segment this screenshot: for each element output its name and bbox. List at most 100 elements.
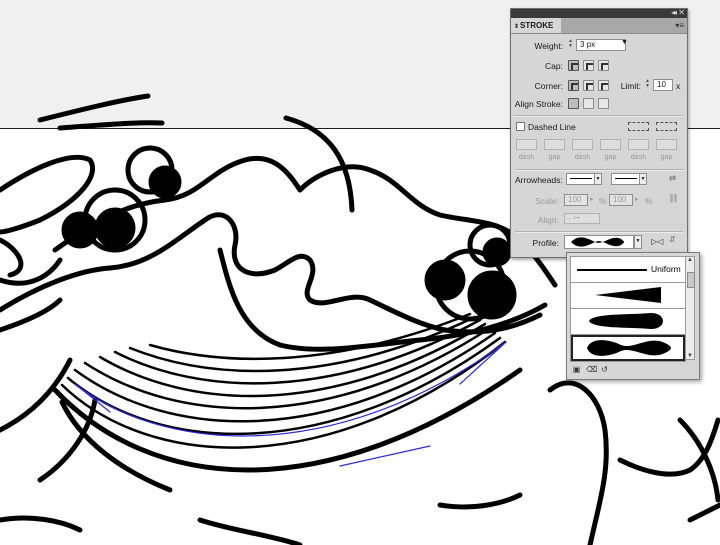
round-cap-button[interactable] [583,60,594,71]
close-icon[interactable]: ✕ [678,8,685,17]
scroll-down-icon[interactable]: ▼ [686,353,694,359]
stroke-panel: ◂◂ ✕ ⇕STROKE ▾≡ Weight: ▲ ▼ 3 px ▼ Cap: C… [510,8,688,258]
delete-profile-icon[interactable]: ⌫ [586,365,597,374]
dashed-line-label: Dashed Line [528,122,576,132]
double-chevron-right-icon[interactable]: ◂◂ [671,8,677,17]
align-label: Align: [537,215,559,225]
art-stroke [0,237,24,278]
end-scale-arrow-icon[interactable]: ▸ [635,195,639,203]
art-stroke [37,93,151,123]
art-stroke [283,115,355,213]
end-arrowhead-select[interactable] [611,173,641,185]
gap-field[interactable] [544,139,565,150]
swap-arrows-icon[interactable]: ⇄ [669,173,676,184]
gap-field-label: gap [660,154,673,161]
scrollbar-thumb[interactable] [687,272,695,288]
profile-option-width-2[interactable] [571,309,685,335]
limit-stepper[interactable]: ▲ ▼ [644,79,651,91]
profile-list-scrollbar[interactable]: ▲ ▼ [685,256,695,360]
align-center-button[interactable] [568,98,579,109]
dash-field[interactable] [628,139,649,150]
panel-menu-icon[interactable]: ▾≡ [675,21,684,30]
weight-dropdown-arrow-icon[interactable]: ▼ [621,39,628,46]
start-arrowhead-select[interactable] [566,173,596,185]
profile-option-uniform[interactable]: Uniform [571,257,685,283]
panel-title-bar[interactable]: ◂◂ ✕ [511,8,687,18]
butt-cap-button[interactable] [568,60,579,71]
profile-bone-preview [587,340,671,356]
limit-input[interactable]: 10 [653,79,673,91]
profile-dropdown-list: Uniform ▲ ▼ ▣ ⌫ ↺ [566,252,700,380]
dash-preserve-icon[interactable] [628,122,649,131]
flip-vertical-icon[interactable]: ⇵ [669,235,676,244]
art-strand [98,322,487,398]
start-arrowhead-dropdown-icon[interactable]: ▼ [594,173,602,185]
start-scale-input[interactable]: 100 [564,194,588,206]
divider [515,169,683,171]
dash-align-corners-icon[interactable] [656,122,677,131]
art-stroke [437,492,523,510]
art-bump-fill [148,165,182,199]
profile-preview [571,237,624,247]
art-bump-fill [61,211,99,249]
art-stroke [0,257,63,286]
weight-input[interactable]: 3 px [576,39,626,51]
profile-taper-preview [595,287,661,303]
round-join-button[interactable] [583,80,594,91]
selected-path-handle [459,341,507,385]
art-stroke [547,380,609,545]
panel-tab-bar: ⇕STROKE ▾≡ [511,18,687,34]
end-scale-input[interactable]: 100 [609,194,633,206]
profile-option-width-1[interactable] [571,283,685,309]
profile-label: Profile: [532,238,559,248]
art-bump-fill [424,259,466,301]
arrowheads-label: Arrowheads: [515,175,563,185]
align-stroke-label: Align Stroke: [514,99,563,109]
profile-list-items: Uniform [570,256,686,362]
end-scale-unit: % [645,196,653,206]
cap-label: Cap: [545,61,563,71]
chain-link-icon[interactable]: ⛓ [668,193,679,204]
limit-label: Limit: [620,81,641,91]
art-stroke [0,515,83,533]
end-arrowhead-dropdown-icon[interactable]: ▼ [639,173,647,185]
miter-join-button[interactable] [568,80,579,91]
art-bump-fill [467,270,517,320]
flip-horizontal-icon[interactable]: ▷◁ [651,237,663,246]
gap-field-label: gap [604,154,617,161]
start-scale-arrow-icon[interactable]: ▸ [590,195,594,203]
divider [515,231,683,233]
bevel-join-button[interactable] [598,80,609,91]
profile-option-label: Uniform [651,264,681,274]
dash-field-label: dash [574,154,591,161]
art-strand [148,312,472,361]
align-inside-button[interactable] [583,98,594,109]
profile-dropdown-icon[interactable]: ▼ [634,235,642,249]
scale-label: Scale: [535,196,559,206]
gap-field[interactable] [656,139,677,150]
dashed-line-checkbox[interactable] [516,122,525,131]
gap-field[interactable] [600,139,621,150]
art-stroke [57,120,165,131]
gap-field-label: gap [548,154,561,161]
dash-field[interactable] [516,139,537,150]
scroll-up-icon[interactable]: ▲ [686,257,694,263]
dash-field[interactable] [572,139,593,150]
start-scale-unit: % [599,196,607,206]
save-profile-icon[interactable]: ▣ [572,365,581,374]
profile-uniform-preview [577,269,647,271]
art-bump-fill [482,237,512,267]
reset-profiles-icon[interactable]: ↺ [600,365,609,374]
arrow-align-buttons[interactable]: → ↦ [564,213,600,224]
profile-option-width-3[interactable] [571,335,685,361]
weight-stepper[interactable]: ▲ ▼ [567,39,574,51]
divider [515,115,683,117]
art-stroke [687,502,720,523]
limit-unit: x [676,81,681,91]
projecting-cap-button[interactable] [598,60,609,71]
tab-stroke[interactable]: ⇕STROKE [511,18,561,33]
corner-label: Corner: [534,81,563,91]
align-outside-button[interactable] [598,98,609,109]
dash-field-label: dash [630,154,647,161]
profile-select[interactable] [564,235,634,249]
